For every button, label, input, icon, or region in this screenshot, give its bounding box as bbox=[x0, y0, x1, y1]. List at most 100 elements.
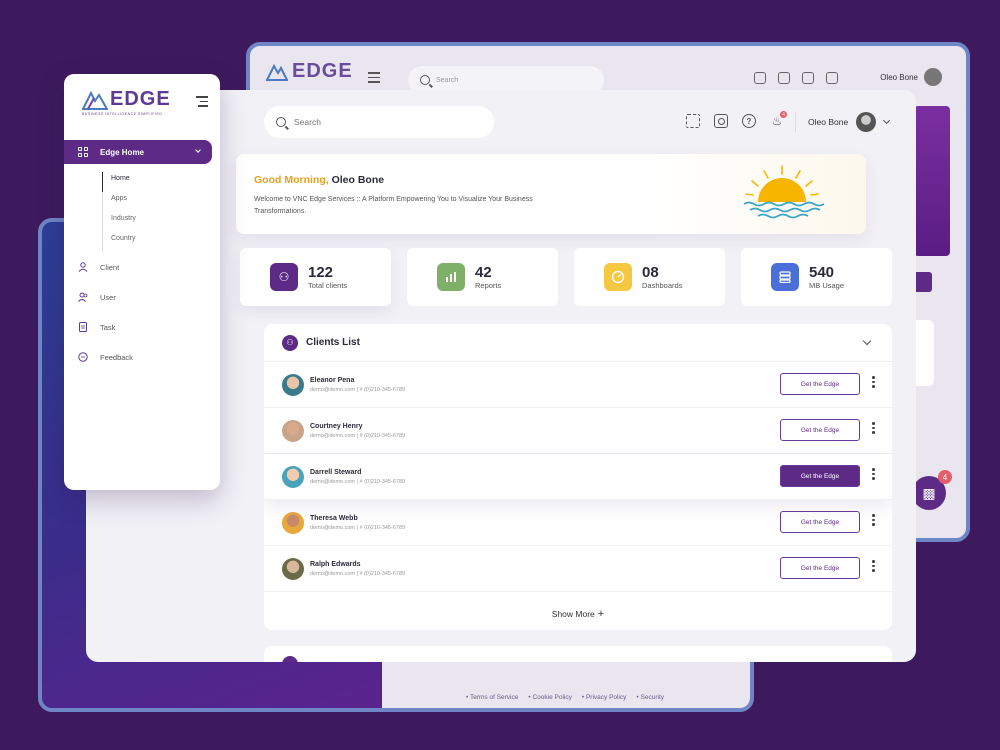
stats-row: ⚇ 122 Total clients 42 Reports 08 Dashbo… bbox=[240, 248, 892, 306]
camera-icon[interactable] bbox=[714, 114, 728, 128]
client-info: demo@demo.com | # (0)210-345-6789 bbox=[310, 524, 406, 531]
sidebar-subitem-home[interactable]: Home bbox=[102, 172, 136, 192]
search-input[interactable] bbox=[294, 117, 474, 127]
user-menu[interactable]: Oleo Bone bbox=[808, 112, 891, 132]
chevron-down-icon bbox=[195, 147, 201, 153]
bar-chart-icon bbox=[437, 263, 465, 291]
section-icon bbox=[282, 656, 298, 662]
sidebar-item-label: Edge Home bbox=[100, 147, 145, 157]
client-name: Ralph Edwards bbox=[310, 560, 361, 568]
greeting-hello: Good Morning, bbox=[254, 174, 329, 186]
chat-button[interactable]: ▩ 4 bbox=[912, 470, 952, 510]
show-more-button[interactable]: Show More + bbox=[264, 608, 892, 620]
sidebar-item-edge-home[interactable]: Edge Home bbox=[64, 140, 212, 164]
sidebar-subitem-industry[interactable]: Industry bbox=[103, 212, 136, 232]
avatar bbox=[282, 419, 304, 442]
client-name: Eleanor Pena bbox=[310, 376, 355, 384]
next-section-card bbox=[264, 646, 892, 662]
sidebar: EDGE BUSINESS INTELLIGENCE SIMPLIFIED Ed… bbox=[64, 74, 220, 490]
sidebar-item-feedback[interactable]: Feedback bbox=[78, 352, 133, 362]
get-the-edge-button[interactable]: Get the Edge bbox=[780, 465, 860, 487]
clients-list-card: ⚇ Clients List Eleanor Pena demo@demo.co… bbox=[264, 324, 892, 630]
greeting-message: Welcome to VNC Edge Services :: A Platfo… bbox=[254, 196, 533, 215]
client-info: demo@demo.com | # (0)210-345-6789 bbox=[310, 432, 406, 439]
stat-label: Total clients bbox=[308, 280, 348, 290]
sidebar-item-label: Task bbox=[100, 322, 116, 332]
edge-logo-icon bbox=[266, 63, 288, 81]
sidebar-item-client[interactable]: Client bbox=[78, 262, 119, 272]
background-user: Oleo Bone bbox=[880, 68, 942, 86]
stat-label: MB Usage bbox=[809, 280, 845, 290]
document-icon bbox=[79, 322, 87, 332]
table-row: Ralph Edwards demo@demo.com | # (0)210-3… bbox=[264, 546, 892, 592]
get-the-edge-button[interactable]: Get the Edge bbox=[780, 557, 860, 579]
database-icon bbox=[771, 263, 799, 291]
get-the-edge-button[interactable]: Get the Edge bbox=[780, 373, 860, 395]
background-user-name: Oleo Bone bbox=[880, 72, 918, 82]
footer-link-terms[interactable]: Terms of Service bbox=[466, 694, 518, 701]
greeting-name: Oleo Bone bbox=[331, 174, 385, 186]
avatar bbox=[282, 373, 304, 396]
users-icon: ⚇ bbox=[282, 334, 298, 351]
plus-icon: + bbox=[597, 608, 605, 620]
avatar bbox=[282, 557, 304, 580]
stat-card-reports[interactable]: 42 Reports bbox=[407, 248, 558, 306]
stat-card-dashboards[interactable]: 08 Dashboards bbox=[574, 248, 725, 306]
chat-badge: 4 bbox=[938, 470, 952, 484]
more-options-icon[interactable] bbox=[872, 560, 876, 572]
toolbar-divider bbox=[795, 112, 796, 132]
fullscreen-icon[interactable] bbox=[686, 114, 700, 128]
client-info: demo@demo.com | # (0)210-345-6789 bbox=[310, 386, 406, 393]
stat-label: Dashboards bbox=[642, 280, 683, 290]
sidebar-subitem-apps[interactable]: Apps bbox=[103, 192, 136, 212]
bell-icon[interactable]: ♨ 4 bbox=[770, 111, 787, 128]
sidebar-item-task[interactable]: Task bbox=[78, 322, 115, 332]
avatar bbox=[856, 112, 877, 132]
gauge-icon bbox=[604, 263, 632, 291]
background-search-placeholder: Search bbox=[436, 76, 459, 84]
menu-icon[interactable] bbox=[196, 96, 208, 110]
get-the-edge-button[interactable]: Get the Edge bbox=[780, 511, 860, 533]
footer-link-security[interactable]: Security bbox=[636, 694, 664, 701]
sidebar-item-label: Client bbox=[100, 262, 120, 272]
footer-link-privacy[interactable]: Privacy Policy bbox=[582, 694, 626, 701]
show-more-label: Show More bbox=[551, 609, 595, 619]
stat-card-usage[interactable]: 540 MB Usage bbox=[741, 248, 892, 306]
user-name: Oleo Bone bbox=[808, 117, 849, 127]
stat-value: 08 bbox=[642, 263, 659, 281]
table-row: Darrell Steward demo@demo.com | # (0)210… bbox=[264, 454, 892, 500]
grid-icon bbox=[78, 147, 88, 157]
chevron-down-icon bbox=[883, 116, 891, 125]
more-options-icon[interactable] bbox=[872, 422, 876, 434]
search-box[interactable] bbox=[264, 106, 494, 138]
stat-value: 540 bbox=[809, 263, 835, 281]
client-name: Courtney Henry bbox=[310, 422, 363, 430]
logo[interactable]: EDGE BUSINESS INTELLIGENCE SIMPLIFIED bbox=[82, 88, 171, 116]
more-options-icon[interactable] bbox=[872, 468, 876, 480]
greeting-card: Good Morning, Oleo Bone Welcome to VNC E… bbox=[236, 154, 866, 234]
sidebar-item-label: Feedback bbox=[100, 352, 133, 362]
sunrise-icon bbox=[743, 165, 824, 219]
chevron-down-icon[interactable] bbox=[862, 336, 872, 346]
clients-list-header[interactable]: ⚇ Clients List bbox=[264, 324, 892, 362]
background-logo: EDGE bbox=[266, 60, 353, 83]
sidebar-item-label: User bbox=[100, 292, 116, 302]
avatar bbox=[282, 511, 304, 534]
client-name: Theresa Webb bbox=[310, 514, 358, 522]
avatar bbox=[282, 465, 304, 488]
background-menu-icon bbox=[368, 72, 380, 86]
background-logo-text: EDGE bbox=[292, 60, 353, 82]
sidebar-subitem-country[interactable]: Country bbox=[103, 232, 136, 252]
background-avatar bbox=[924, 68, 942, 86]
help-icon[interactable]: ? bbox=[742, 114, 756, 128]
footer-link-cookie[interactable]: Cookie Policy bbox=[528, 694, 571, 701]
stat-value: 122 bbox=[308, 263, 334, 281]
user-icon bbox=[78, 262, 88, 272]
more-options-icon[interactable] bbox=[872, 514, 876, 526]
more-options-icon[interactable] bbox=[872, 376, 876, 388]
edge-logo-icon bbox=[82, 90, 108, 110]
get-the-edge-button[interactable]: Get the Edge bbox=[780, 419, 860, 441]
sidebar-item-user[interactable]: User bbox=[78, 292, 116, 302]
search-icon bbox=[420, 75, 430, 85]
stat-card-clients[interactable]: ⚇ 122 Total clients bbox=[240, 248, 391, 306]
